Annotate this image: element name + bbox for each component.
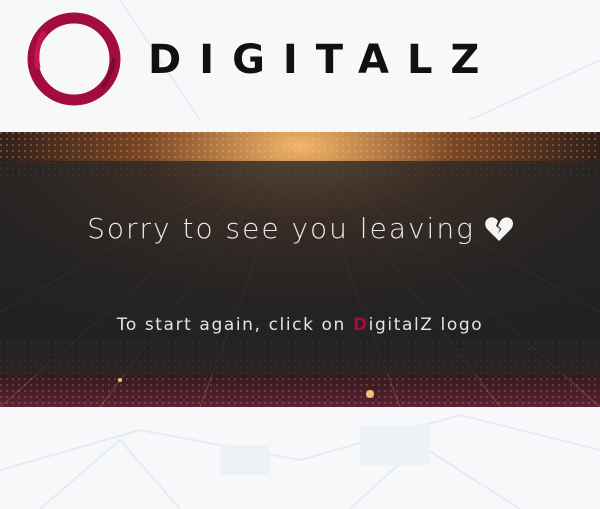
instruction-accent-letter: D bbox=[352, 315, 369, 335]
broken-heart-icon bbox=[485, 217, 513, 241]
headline-text: Sorry to see you leaving bbox=[87, 212, 475, 245]
restart-instruction: To start again, click on DigitalZ logo bbox=[0, 313, 600, 337]
hero-banner: Sorry to see you leaving To start again,… bbox=[0, 132, 600, 407]
goodbye-headline: Sorry to see you leaving bbox=[0, 209, 600, 249]
digitalz-logo-link[interactable]: DIGITALZ bbox=[24, 10, 479, 106]
site-header: DIGITALZ bbox=[0, 0, 600, 132]
brand-wordmark: DIGITALZ bbox=[148, 37, 498, 83]
instruction-suffix: igitalZ logo bbox=[368, 315, 484, 335]
message-panel: Sorry to see you leaving To start again,… bbox=[0, 161, 600, 374]
instruction-prefix: To start again, click on bbox=[116, 315, 353, 335]
brush-circle-logo-icon bbox=[27, 12, 121, 106]
